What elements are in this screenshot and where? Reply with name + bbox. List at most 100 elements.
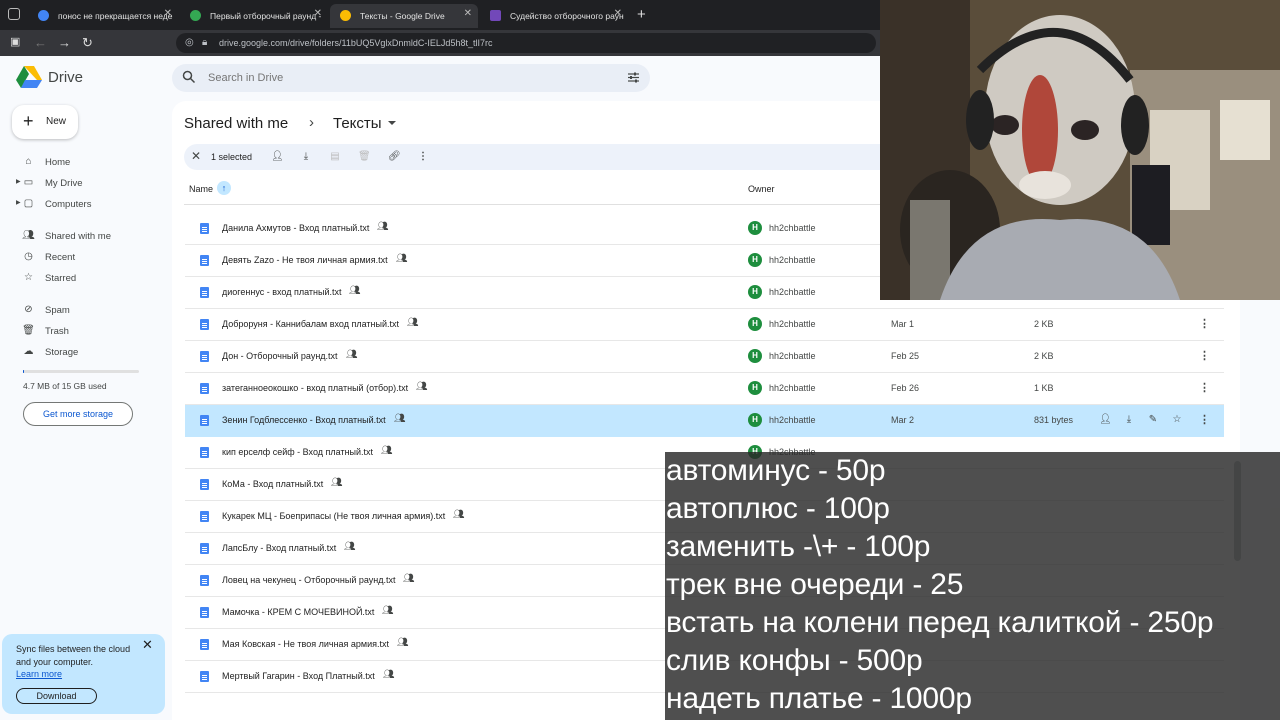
sidebar-item-label: Shared with me [45,231,112,242]
download-icon[interactable]: ⤓ [300,151,312,163]
file-name[interactable]: Мая Ковская - Не твоя личная армия.txt [222,639,389,649]
search-input[interactable] [208,69,588,87]
reload-icon[interactable]: ↻ [82,35,93,51]
shared-icon: 👥︎ [381,445,393,455]
file-row[interactable]: Зенин Годблессенко - Вход платный.txt 👥︎ H… [185,405,1224,437]
star-icon[interactable]: ☆ [1171,414,1183,425]
file-name[interactable]: Ловец на чекунец - Отборочный раунд.txt [222,575,395,585]
sort-ascending-icon[interactable]: ↑ [217,181,231,195]
sidebar-item-label: Starred [45,273,77,284]
more-actions-icon[interactable]: ⋮ [1199,317,1210,330]
sidebar-item-spam[interactable]: ⊘ Spam [0,300,160,320]
new-button[interactable]: + New [12,105,78,139]
file-name[interactable]: ЛапсБлу - Вход платный.txt [222,543,336,553]
learn-more-link[interactable]: Learn more [16,669,62,679]
file-name[interactable]: Зенин Годблессенко - Вход платный.txt [222,415,386,425]
close-tab-icon[interactable]: ✕ [164,8,172,19]
clear-selection-icon[interactable]: ✕ [191,149,201,163]
tab-favicon-icon [340,10,351,21]
file-name[interactable]: КоМа - Вход платный.txt [222,479,323,489]
computers-icon: ▢ [23,198,34,209]
sidebar-item-my-drive[interactable]: ▶ ▭ My Drive [0,173,160,193]
more-actions-icon[interactable]: ⋮ [1199,413,1210,426]
get-more-storage-button[interactable]: Get more storage [23,402,133,426]
document-icon [200,639,209,650]
search-bar[interactable] [172,64,650,92]
shared-icon: 👥︎ [394,413,406,423]
file-name[interactable]: Девять Zazo - Не твоя личная армия.txt [222,255,388,265]
file-name[interactable]: Дон - Отборочный раунд.txt [222,351,338,361]
file-name[interactable]: Кукарек МЦ - Боеприпасы (Не твоя личная … [222,511,445,521]
more-actions-icon[interactable]: ⋮ [417,151,429,163]
browser-tab-1[interactable]: понос не прекращается неде ✕ [28,4,178,28]
share-icon[interactable]: 👤︎ [1099,414,1112,425]
sidebar-item-storage[interactable]: ☁ Storage [0,342,160,362]
browser-tab-3[interactable]: Тексты - Google Drive ✕ [330,4,478,28]
tab-favicon-icon [38,10,49,21]
expand-caret-icon[interactable]: ▶ [16,199,21,206]
browser-tab-2[interactable]: Первый отборочный раунд - ✕ [180,4,328,28]
breadcrumb-shared-with-me[interactable]: Shared with me [184,115,288,132]
url-box[interactable]: ◎ 🔒︎ drive.google.com/drive/folders/11bU… [176,33,876,53]
sidebar-item-recent[interactable]: ◷ Recent [0,247,160,267]
browser-tab-4[interactable]: Судейство отборочного раун ✕ [480,4,628,28]
sidebar-item-label: Spam [45,305,70,316]
document-icon [200,607,209,618]
download-button[interactable]: Download [16,688,97,704]
site-info-icon[interactable]: ◎ [185,37,194,48]
download-icon[interactable]: ⤓ [1123,414,1135,425]
file-name[interactable]: Данила Ахмутов - Вход платный.txt [222,223,369,233]
breadcrumb-current-folder[interactable]: Тексты [333,115,382,132]
home-icon: ⌂ [25,156,32,167]
copy-link-icon[interactable]: 🔗︎ [388,151,401,163]
close-tab-icon[interactable]: ✕ [314,8,322,19]
close-icon[interactable]: ✕ [142,637,153,653]
drive-logo-icon[interactable] [16,66,42,88]
sidebar-item-shared-with-me[interactable]: 👥︎ Shared with me [0,226,160,246]
sidebar-item-starred[interactable]: ☆ Starred [0,268,160,288]
shared-icon: 👥︎ [397,637,409,647]
back-icon[interactable]: ← [34,35,47,50]
sidebar-item-computers[interactable]: ▶ ▢ Computers [0,194,160,214]
chevron-right-icon: › [309,114,314,131]
file-row[interactable]: Дон - Отборочный раунд.txt 👥︎ Hhh2chbattle… [185,341,1224,373]
close-tab-icon[interactable]: ✕ [464,8,472,19]
column-header-owner[interactable]: Owner [748,184,775,194]
file-name[interactable]: кип ерселф сейф - Вход платный.txt [222,447,373,457]
file-name[interactable]: Мамочка - КРЕМ С МОЧЕВИНОЙ.txt [222,607,374,617]
file-name[interactable]: затеганноеокошко - вход платный (отбор).… [222,383,408,393]
file-name[interactable]: Доброруня - Каннибалам вход платный.txt [222,319,399,329]
move-icon: ▤ [330,151,340,162]
more-actions-icon[interactable]: ⋮ [1199,349,1210,362]
close-tab-icon[interactable]: ✕ [614,8,622,19]
more-actions-icon[interactable]: ⋮ [1199,381,1210,394]
new-tab-icon[interactable]: + [637,6,646,23]
search-icon[interactable] [182,70,196,84]
forward-icon[interactable]: → [58,35,71,50]
document-icon [200,287,209,298]
document-icon [200,383,209,394]
shared-icon: 👥︎ [346,349,358,359]
file-name[interactable]: диогеннус - вход платный.txt [222,287,341,297]
sidebar-item-home[interactable]: ⌂ Home [0,152,160,172]
rename-icon[interactable]: ✎ [1147,414,1159,425]
column-header-name[interactable]: Name [189,184,213,194]
file-row[interactable]: затеганноеокошко - вход платный (отбор).… [185,373,1224,405]
folder-menu-caret-icon[interactable] [388,121,396,125]
file-row[interactable]: Доброруня - Каннибалам вход платный.txt 👥… [185,309,1224,341]
file-name[interactable]: Мертвый Гагарин - Вход Платный.txt [222,671,375,681]
sidebar-item-trash[interactable]: 🗑︎ Trash [0,321,160,341]
url-text[interactable]: drive.google.com/drive/folders/11bUQ5Vgl… [219,38,492,48]
modified-date: Mar 1 [891,319,915,329]
document-icon [200,447,209,458]
document-icon [200,671,209,682]
expand-caret-icon[interactable]: ▶ [16,178,21,185]
share-icon[interactable]: 👤︎ [271,151,284,163]
search-options-icon[interactable] [627,71,640,84]
document-icon [200,575,209,586]
sidebar-toggle-icon[interactable]: ▣ [10,35,20,48]
tab-search-icon[interactable] [8,8,20,20]
overlay-line: слив конфы - 500р [666,644,923,677]
owner-name: hh2chbattle [769,415,816,425]
file-size: 831 bytes [1034,415,1074,425]
